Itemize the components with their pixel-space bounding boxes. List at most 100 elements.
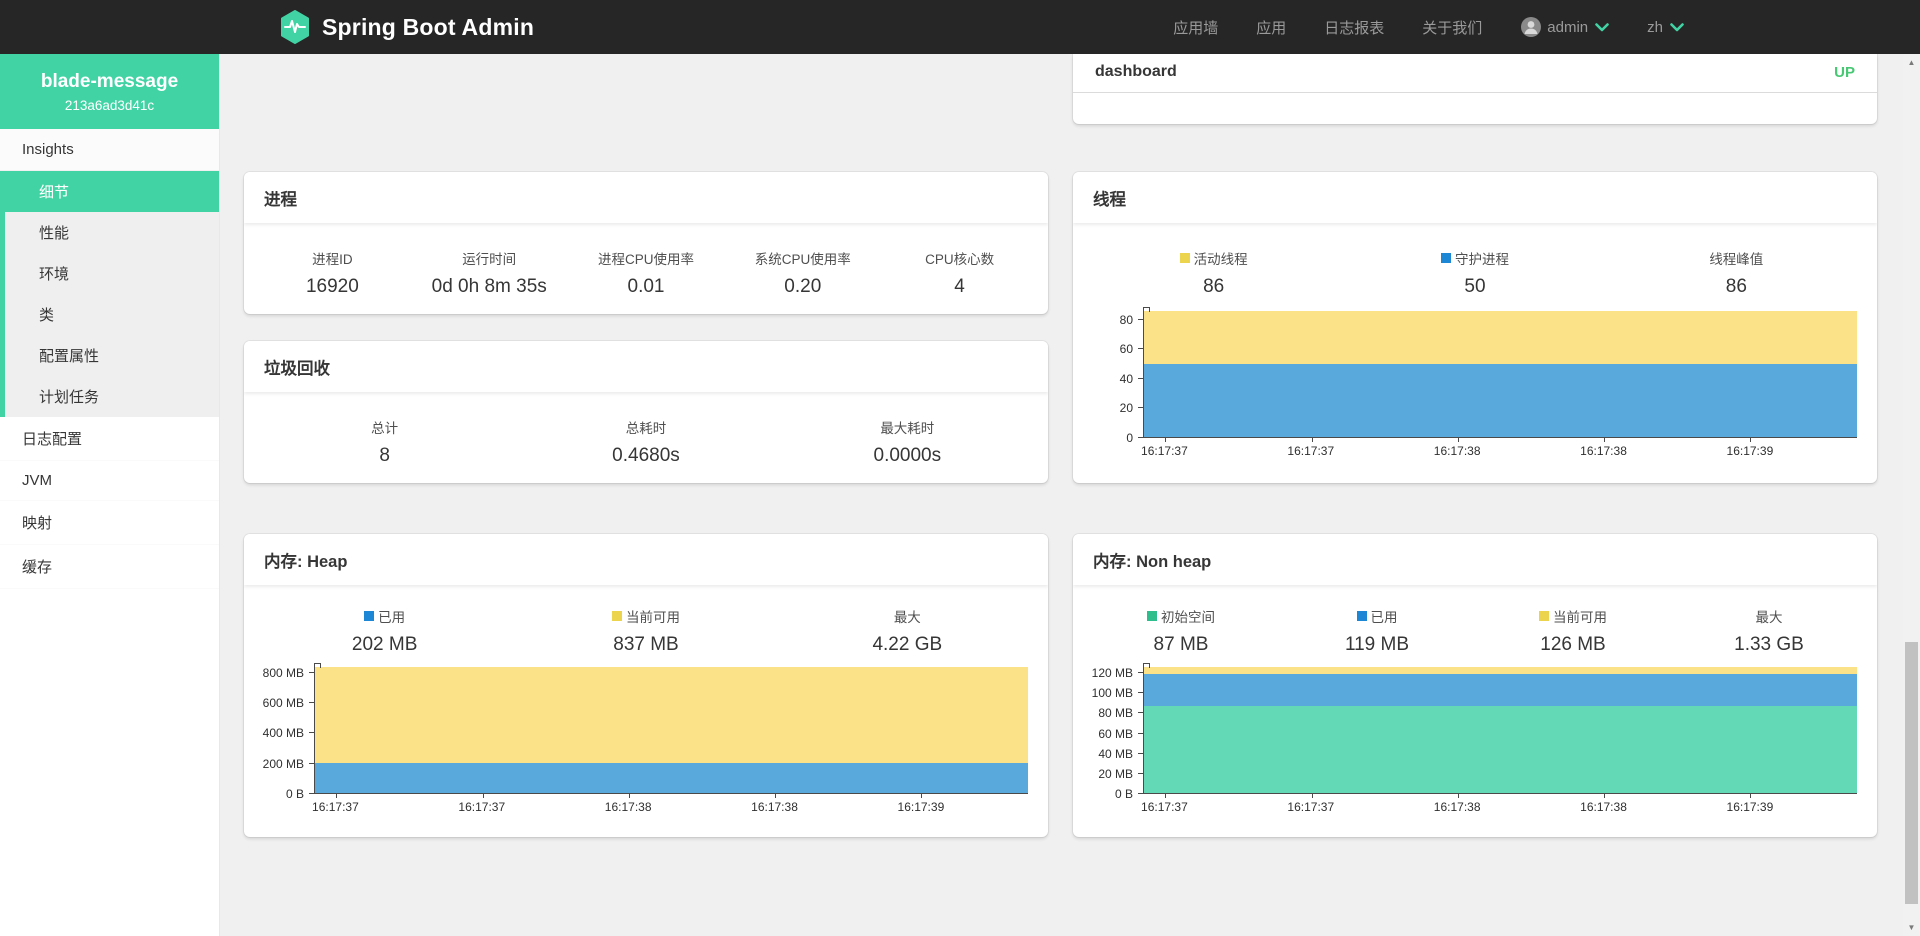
heap-plot-area bbox=[314, 664, 1028, 794]
stat-label: 当前可用 bbox=[626, 606, 680, 626]
sidebar-item-5[interactable]: 计划任务 bbox=[5, 376, 219, 417]
scrollbar-up-arrow[interactable]: ▲ bbox=[1903, 54, 1920, 71]
stat-value: 8 bbox=[254, 445, 515, 467]
y-axis-label: 0 B bbox=[1115, 787, 1133, 801]
stat-value: 50 bbox=[1344, 276, 1605, 298]
brand[interactable]: Spring Boot Admin bbox=[278, 10, 534, 44]
legend-marker-icon bbox=[1357, 611, 1367, 621]
stat-label: 进程CPU使用率 bbox=[598, 248, 694, 268]
stat-value: 0d 0h 8m 35s bbox=[411, 276, 568, 298]
nav-link-1[interactable]: 应用 bbox=[1256, 17, 1286, 38]
stat-value: 202 MB bbox=[254, 634, 515, 656]
heap-stat-0: 已用202 MB bbox=[254, 606, 515, 656]
stat-value: 0.01 bbox=[568, 276, 725, 298]
process-stats: 进程ID16920运行时间0d 0h 8m 35s进程CPU使用率0.01系统C… bbox=[244, 223, 1048, 298]
application-window: Spring Boot Admin 应用墙 应用 日志报表 关于我们 admin zh bbox=[0, 0, 1920, 936]
y-axis-end-tick bbox=[1143, 663, 1150, 668]
y-axis-label: 20 MB bbox=[1098, 767, 1133, 781]
heap-stat-1: 当前可用 837 MB bbox=[515, 606, 776, 656]
navbar-right: 应用墙 应用 日志报表 关于我们 admin zh bbox=[1173, 16, 1684, 38]
stat-value: 0.0000s bbox=[777, 445, 1038, 467]
sidebar-item-3[interactable]: 类 bbox=[5, 294, 219, 335]
y-axis-label: 200 MB bbox=[263, 757, 304, 771]
sidebar-root-item-0[interactable]: 日志配置 bbox=[0, 417, 219, 461]
stat-label: 最大 bbox=[1756, 606, 1783, 626]
x-axis-label: 16:17:37 bbox=[1287, 444, 1334, 458]
gc-stats: 总计8总耗时0.4680s最大耗时0.0000s bbox=[244, 392, 1048, 467]
y-axis-label: 120 MB bbox=[1092, 666, 1133, 680]
y-axis-label: 60 bbox=[1120, 342, 1133, 356]
sidebar-item-1[interactable]: 性能 bbox=[5, 212, 219, 253]
scrollbar-down-arrow[interactable]: ▼ bbox=[1903, 919, 1920, 936]
x-axis-label: 16:17:37 bbox=[312, 800, 359, 814]
x-axis-label: 16:17:38 bbox=[1434, 800, 1481, 814]
sidebar-root-item-2[interactable]: 映射 bbox=[0, 501, 219, 545]
status-row: dashboard UP bbox=[1073, 54, 1877, 93]
memory-nonheap-card: 内存: Non heap 初始空间87 MB已用119 MB当前可用126 MB… bbox=[1073, 534, 1877, 837]
main-content: 进程 进程ID16920运行时间0d 0h 8m 35s进程CPU使用率0.01… bbox=[220, 54, 1903, 936]
y-axis-label: 80 bbox=[1120, 313, 1133, 327]
y-axis-label: 60 MB bbox=[1098, 727, 1133, 741]
nav-link-2[interactable]: 日志报表 bbox=[1324, 17, 1384, 38]
x-axis-label: 16:17:37 bbox=[458, 800, 505, 814]
application-name: blade-message bbox=[8, 71, 211, 93]
gc-stat-0: 总计8 bbox=[254, 417, 515, 467]
sidebar-item-0[interactable]: 细节 bbox=[5, 171, 219, 212]
chevron-down-icon bbox=[1595, 23, 1609, 32]
stat-value: 0.20 bbox=[724, 276, 881, 298]
app-title: Spring Boot Admin bbox=[322, 14, 534, 41]
stat-label: 初始空间 bbox=[1161, 606, 1215, 626]
instance-banner[interactable]: blade-message 213a6ad3d41c bbox=[0, 54, 219, 129]
sidebar-section-insights[interactable]: Insights bbox=[0, 129, 219, 171]
stat-value: 119 MB bbox=[1279, 634, 1475, 656]
sidebar-root-item-1[interactable]: JVM bbox=[0, 461, 219, 501]
stat-value: 837 MB bbox=[515, 634, 776, 656]
status-badge: UP bbox=[1834, 64, 1855, 81]
threads-chart: 80604020016:17:3716:17:3716:17:3816:17:3… bbox=[1073, 298, 1877, 460]
stat-label: 线程峰值 bbox=[1709, 248, 1763, 268]
stat-label: CPU核心数 bbox=[925, 248, 994, 268]
heap-stats: 已用202 MB当前可用837 MB最大4.22 GB bbox=[244, 585, 1048, 656]
dashboard-status-card: dashboard UP bbox=[1073, 54, 1877, 124]
y-axis-label: 0 B bbox=[286, 787, 304, 801]
heap-chart: 800 MB600 MB400 MB200 MB0 B16:17:3716:17… bbox=[244, 656, 1048, 816]
x-axis-label: 16:17:38 bbox=[605, 800, 652, 814]
process-stat-2: 进程CPU使用率 0.01 bbox=[568, 248, 725, 298]
sidebar-item-2[interactable]: 环境 bbox=[5, 253, 219, 294]
stat-value: 4.22 GB bbox=[777, 634, 1038, 656]
stat-value: 87 MB bbox=[1083, 634, 1279, 656]
threads-stats: 活动线程86守护进程50线程峰值86 bbox=[1073, 223, 1877, 298]
user-menu[interactable]: admin bbox=[1520, 16, 1609, 38]
legend-marker-icon bbox=[612, 611, 622, 621]
legend-marker-icon bbox=[1147, 611, 1157, 621]
legend-marker-icon bbox=[364, 611, 374, 621]
process-stat-1: 运行时间0d 0h 8m 35s bbox=[411, 248, 568, 298]
stat-value: 1.33 GB bbox=[1671, 634, 1867, 656]
stat-label: 守护进程 bbox=[1455, 248, 1509, 268]
garbage-collection-card: 垃圾回收 总计8总耗时0.4680s最大耗时0.0000s bbox=[244, 341, 1048, 483]
sidebar-root-item-3[interactable]: 缓存 bbox=[0, 545, 219, 589]
y-axis-label: 100 MB bbox=[1092, 686, 1133, 700]
y-axis-label: 0 bbox=[1126, 431, 1133, 445]
sidebar-insights-items: 细节性能环境类配置属性计划任务 bbox=[0, 171, 219, 417]
stat-label: 最大耗时 bbox=[880, 417, 934, 437]
nonheap-stat-0: 初始空间 87 MB bbox=[1083, 606, 1279, 656]
vertical-scrollbar[interactable]: ▲ ▼ bbox=[1903, 54, 1920, 936]
y-axis-end-tick bbox=[314, 663, 321, 668]
nav-link-3[interactable]: 关于我们 bbox=[1422, 17, 1482, 38]
stat-label: 已用 bbox=[1371, 606, 1398, 626]
stat-label: 当前可用 bbox=[1553, 606, 1607, 626]
scrollbar-thumb[interactable] bbox=[1905, 642, 1918, 904]
x-axis-label: 16:17:37 bbox=[1287, 800, 1334, 814]
language-value: zh bbox=[1647, 19, 1663, 36]
language-selector[interactable]: zh bbox=[1647, 19, 1684, 36]
sidebar-item-4[interactable]: 配置属性 bbox=[5, 335, 219, 376]
top-navbar: Spring Boot Admin 应用墙 应用 日志报表 关于我们 admin zh bbox=[0, 0, 1920, 54]
process-stat-3: 系统CPU使用率0.20 bbox=[724, 248, 881, 298]
stat-label: 进程ID bbox=[312, 248, 353, 268]
nav-link-0[interactable]: 应用墙 bbox=[1173, 17, 1218, 38]
gc-card-title: 垃圾回收 bbox=[244, 341, 1048, 392]
legend-marker-icon bbox=[1180, 253, 1190, 263]
navbar-links: 应用墙 应用 日志报表 关于我们 bbox=[1173, 17, 1482, 38]
y-axis-label: 40 MB bbox=[1098, 747, 1133, 761]
